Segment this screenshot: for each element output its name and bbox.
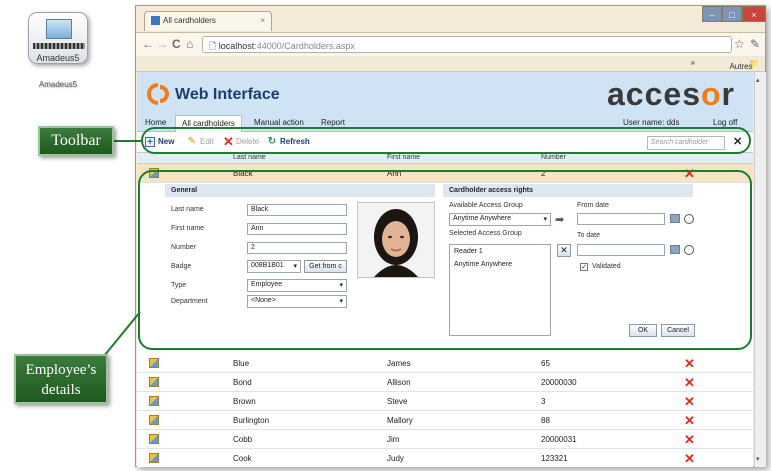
table-row[interactable]: Cobb Jim 20000031 ✕ bbox=[137, 430, 753, 449]
details-callout: Employee’s details bbox=[14, 354, 108, 404]
favicon-icon bbox=[151, 16, 160, 26]
cardholders-grid-rows: Blue James 65 ✕ Bond Allison 20000030 ✕ Brown Ste… bbox=[137, 354, 753, 467]
cell-number: 20000031 bbox=[541, 435, 577, 444]
url-path: :44000/Cardholders.aspx bbox=[254, 41, 355, 51]
column-header-number[interactable]: Number bbox=[541, 154, 566, 161]
user-name-label: User name: dds bbox=[623, 118, 680, 127]
table-row[interactable]: Blue James 65 ✕ bbox=[137, 354, 753, 373]
edit-row-icon[interactable] bbox=[149, 377, 159, 387]
details-callout-line1: Employee’s bbox=[25, 362, 97, 378]
details-highlight-frame bbox=[138, 170, 752, 350]
brand-logo: accesor bbox=[607, 76, 735, 112]
building-icon bbox=[33, 43, 85, 49]
details-callout-connector bbox=[103, 311, 141, 357]
cell-last-name: Brown bbox=[233, 397, 256, 406]
cell-number: 3 bbox=[541, 397, 546, 406]
cell-number: 123321 bbox=[541, 454, 568, 463]
delete-row-icon[interactable]: ✕ bbox=[684, 356, 695, 372]
delete-row-icon[interactable]: ✕ bbox=[684, 451, 695, 467]
cell-last-name: Cook bbox=[233, 454, 252, 463]
cell-first-name: Mallory bbox=[387, 416, 413, 425]
cell-last-name: Bond bbox=[233, 378, 252, 387]
menu-home[interactable]: Home bbox=[145, 118, 166, 127]
toolbar-highlight-frame bbox=[141, 127, 751, 154]
forward-icon[interactable]: → bbox=[156, 37, 168, 51]
edit-row-icon[interactable] bbox=[149, 434, 159, 444]
cell-number: 88 bbox=[541, 416, 550, 425]
edit-row-icon[interactable] bbox=[149, 396, 159, 406]
page-icon: 🗋 bbox=[209, 41, 219, 51]
desktop-icon-shadow-label: Amadeus5 bbox=[38, 80, 78, 89]
edit-row-icon[interactable] bbox=[149, 415, 159, 425]
delete-row-icon[interactable]: ✕ bbox=[684, 413, 695, 429]
address-bar[interactable]: 🗋 localhost:44000/Cardholders.aspx bbox=[202, 36, 732, 53]
wrench-icon[interactable]: ✎ bbox=[750, 37, 760, 51]
cell-first-name: Steve bbox=[387, 397, 408, 406]
close-tab-icon[interactable]: × bbox=[260, 16, 265, 25]
tab-title: All cardholders bbox=[163, 16, 216, 25]
scroll-down-icon[interactable]: ▾ bbox=[756, 455, 760, 463]
reload-icon[interactable]: C bbox=[172, 37, 181, 51]
cell-number: 20000030 bbox=[541, 378, 577, 387]
maximize-button[interactable]: □ bbox=[722, 6, 742, 22]
cell-first-name: Judy bbox=[387, 454, 404, 463]
desktop-icon-label: Amadeus5 bbox=[36, 53, 80, 63]
delete-row-icon[interactable]: ✕ bbox=[684, 394, 695, 410]
cell-first-name: James bbox=[387, 359, 411, 368]
star-icon[interactable]: ☆ bbox=[734, 37, 745, 51]
cell-first-name: Jim bbox=[387, 435, 400, 444]
column-header-last-name[interactable]: Last name bbox=[233, 154, 266, 161]
toolbar-callout: Toolbar bbox=[38, 126, 114, 156]
menu-report[interactable]: Report bbox=[321, 118, 345, 127]
table-row[interactable]: Bond Allison 20000030 ✕ bbox=[137, 373, 753, 392]
navigation-bar: ← → C ⌂ 🗋 localhost:44000/Cardholders.as… bbox=[136, 32, 765, 56]
back-icon[interactable]: ← bbox=[142, 37, 154, 51]
table-row[interactable]: Burlington Mallory 88 ✕ bbox=[137, 411, 753, 430]
vertical-scrollbar[interactable]: ▴ ▾ bbox=[754, 72, 766, 467]
table-row[interactable]: Brown Steve 3 ✕ bbox=[137, 392, 753, 411]
close-window-button[interactable]: × bbox=[742, 6, 766, 22]
menu-manual-action[interactable]: Manual action bbox=[254, 118, 304, 127]
app-header: Web Interface accesor bbox=[137, 72, 753, 114]
delete-row-icon[interactable]: ✕ bbox=[684, 375, 695, 391]
edit-row-icon[interactable] bbox=[149, 358, 159, 368]
accesor-logo-icon bbox=[147, 83, 169, 105]
cell-number: 65 bbox=[541, 359, 550, 368]
column-header-first-name[interactable]: First name bbox=[387, 154, 420, 161]
amadeus5-desktop-icon[interactable]: Amadeus5 bbox=[28, 12, 88, 64]
grid-header: Last name First name Number bbox=[137, 153, 753, 164]
cell-last-name: Cobb bbox=[233, 435, 253, 444]
toolbar-callout-connector bbox=[113, 140, 141, 142]
minimize-button[interactable]: – bbox=[702, 6, 722, 22]
scroll-up-icon[interactable]: ▴ bbox=[756, 76, 760, 84]
cell-last-name: Blue bbox=[233, 359, 250, 368]
bookmarks-bar: » 📁 Autres favoris bbox=[136, 56, 765, 80]
cell-last-name: Burlington bbox=[233, 416, 270, 425]
delete-row-icon[interactable]: ✕ bbox=[684, 432, 695, 448]
table-row[interactable]: Cook Judy 123321 ✕ bbox=[137, 449, 753, 467]
details-callout-line2: details bbox=[41, 382, 81, 398]
url-host: localhost bbox=[218, 41, 255, 51]
app-title: Web Interface bbox=[175, 86, 280, 103]
home-icon[interactable]: ⌂ bbox=[186, 37, 193, 51]
cell-first-name: Allison bbox=[387, 378, 411, 387]
other-bookmarks[interactable]: 📁 Autres favoris bbox=[729, 59, 759, 80]
chevron-right-icon[interactable]: » bbox=[691, 58, 695, 67]
browser-tab[interactable]: All cardholders × bbox=[144, 11, 272, 31]
monitor-icon bbox=[46, 19, 72, 39]
logoff-link[interactable]: Log off bbox=[713, 118, 737, 127]
edit-row-icon[interactable] bbox=[149, 453, 159, 463]
